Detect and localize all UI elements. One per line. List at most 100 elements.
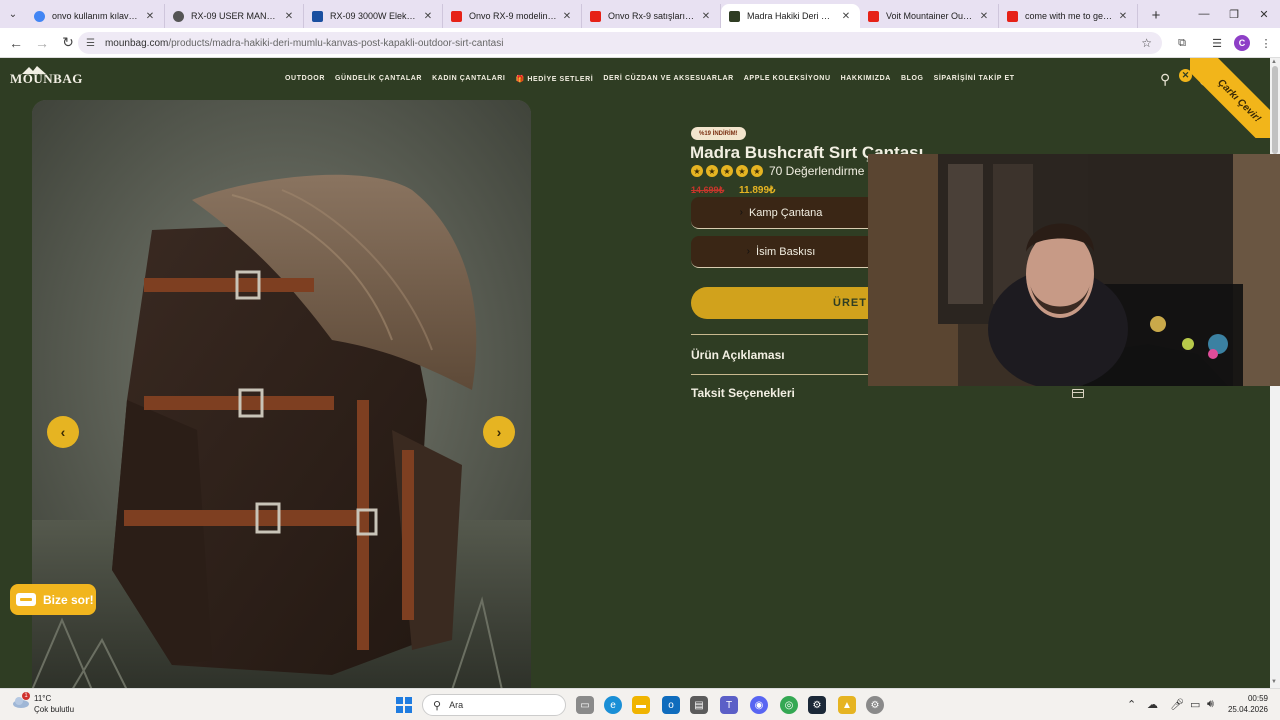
- nav-item-outdoor[interactable]: OUTDOOR: [285, 75, 325, 83]
- browser-tab[interactable]: come with me to get the ✕: [999, 4, 1138, 28]
- onedrive-icon[interactable]: ☁: [1147, 698, 1158, 711]
- nav-item-gift-sets[interactable]: 🎁 HEDİYE SETLERİ: [515, 75, 593, 83]
- backpack-photo: [32, 100, 531, 688]
- scroll-down-icon[interactable]: ▼: [1271, 679, 1277, 685]
- youtube-favicon-icon: [868, 10, 879, 22]
- profile-avatar[interactable]: C: [1234, 35, 1250, 51]
- reload-icon[interactable]: ↻: [56, 31, 80, 55]
- show-hidden-icons[interactable]: ⌃: [1127, 698, 1136, 711]
- network-icon[interactable]: ▭: [1190, 698, 1200, 711]
- tab-close-icon[interactable]: ✕: [422, 11, 434, 22]
- browser-tab[interactable]: Onvo RX-9 modelinin açıl ✕: [443, 4, 582, 28]
- discount-badge: %19 İNDİRİM!: [691, 127, 746, 140]
- tab-close-icon[interactable]: ✕: [1117, 11, 1129, 22]
- tab-close-icon[interactable]: ✕: [561, 11, 573, 22]
- chevron-right-icon: ›: [746, 246, 751, 257]
- weather-badge: 1: [22, 692, 30, 700]
- tab-title: onvo kullanım kılavuzu - G: [52, 11, 140, 21]
- browser-tab[interactable]: RX-09 USER MANUAL ✕: [165, 4, 304, 28]
- old-price: 14.699₺: [691, 185, 725, 195]
- restore-icon[interactable]: ❐: [1218, 0, 1250, 28]
- scrollbar-thumb[interactable]: [1272, 66, 1278, 154]
- browser-tab[interactable]: Onvo Rx-9 satışları Tamam ✕: [582, 4, 721, 28]
- gallery-prev-button[interactable]: ‹: [47, 416, 79, 448]
- spin-wheel-promo[interactable]: Çarkı Çevir!: [1190, 58, 1270, 138]
- notes-app-icon[interactable]: ▲: [838, 696, 856, 714]
- divider: [691, 374, 871, 375]
- url-path: /products/madra-hakiki-deri-mumlu-kanvas…: [168, 37, 504, 49]
- bookmark-star-icon[interactable]: ☆: [1141, 36, 1152, 50]
- site-favicon-icon: [173, 10, 184, 22]
- browser-menu-icon[interactable]: ⋮: [1258, 35, 1274, 51]
- nav-item-blog[interactable]: BLOG: [901, 75, 924, 83]
- accordion-product-description[interactable]: Ürün Açıklaması: [691, 348, 785, 362]
- tab-title: RX-09 3000W Elektrikli Sc: [330, 11, 418, 21]
- accordion-installment-options[interactable]: Taksit Seçenekleri: [691, 386, 795, 400]
- gallery-next-button[interactable]: ›: [483, 416, 515, 448]
- edge-browser-icon[interactable]: e: [604, 696, 622, 714]
- youtube-favicon-icon: [1007, 10, 1018, 22]
- rating-stars[interactable]: ★ ★ ★ ★ ★ 70 Değerlendirme: [691, 164, 864, 178]
- option-label: İsim Baskısı: [756, 245, 816, 258]
- sale-price: 11.899₺: [739, 185, 776, 196]
- nav-item-apple[interactable]: APPLE KOLEKSİYONU: [744, 75, 831, 83]
- outlook-icon[interactable]: o: [662, 696, 680, 714]
- file-explorer-icon[interactable]: ▬: [632, 696, 650, 714]
- option-camp-bag-button[interactable]: › Kamp Çantana: [691, 197, 871, 229]
- nav-item-about[interactable]: HAKKIMIZDA: [841, 75, 891, 83]
- volume-icon[interactable]: 🔊︎: [1207, 698, 1214, 711]
- browser-tab[interactable]: RX-09 3000W Elektrikli Sc ✕: [304, 4, 443, 28]
- task-view-icon[interactable]: ▭: [576, 696, 594, 714]
- taskbar-search[interactable]: ⚲ Ara: [422, 694, 566, 716]
- address-bar[interactable]: ☰ mounbag.com/products/madra-hakiki-deri…: [78, 32, 1162, 54]
- clock-date[interactable]: 25.04.2026: [1222, 705, 1268, 714]
- search-icon[interactable]: ⚲: [1160, 71, 1170, 88]
- browser-tab[interactable]: onvo kullanım kılavuzu - G ✕: [26, 4, 165, 28]
- minimize-icon[interactable]: —: [1188, 0, 1220, 28]
- nav-item-wallets[interactable]: DERİ CÜZDAN VE AKSESUARLAR: [603, 75, 733, 83]
- microphone-icon[interactable]: 🎤︎: [1170, 698, 1184, 711]
- nav-item-womens-bags[interactable]: KADIN ÇANTALARI: [432, 75, 505, 83]
- extensions-icon[interactable]: ⧉: [1174, 35, 1190, 51]
- settings-icon[interactable]: ⚙: [866, 696, 884, 714]
- tab-close-icon[interactable]: ✕: [700, 11, 712, 22]
- close-window-icon[interactable]: ✕: [1248, 0, 1280, 28]
- divider: [691, 334, 871, 335]
- star-icon: ★: [691, 165, 703, 177]
- chevron-right-icon: ›: [739, 207, 743, 218]
- tab-search-icon[interactable]: ☰: [1209, 35, 1225, 51]
- browser-tab-active[interactable]: Madra Hakiki Deri Mumlu ✕: [721, 4, 860, 28]
- star-icon: ★: [706, 165, 718, 177]
- back-arrow-icon[interactable]: ←: [4, 31, 28, 55]
- main-navigation: OUTDOOR GÜNDELİK ÇANTALAR KADIN ÇANTALAR…: [285, 75, 1025, 83]
- tab-close-icon[interactable]: ✕: [283, 11, 295, 22]
- scroll-up-icon[interactable]: ▲: [1271, 59, 1277, 65]
- tab-title: Onvo Rx-9 satışları Tamam: [608, 11, 696, 21]
- browser-tab[interactable]: Voit Mountainer Outdoor ✕: [860, 4, 999, 28]
- chrome-icon[interactable]: ◎: [780, 696, 798, 714]
- site-info-icon[interactable]: ☰: [86, 38, 95, 49]
- forward-arrow-icon[interactable]: →: [30, 31, 54, 55]
- nav-item-track-order[interactable]: SİPARİŞİNİ TAKİP ET: [934, 75, 1015, 83]
- teams-icon[interactable]: T: [720, 696, 738, 714]
- review-count[interactable]: 70 Değerlendirme: [769, 164, 864, 178]
- weather-temperature: 11°C: [34, 694, 52, 703]
- store-icon[interactable]: ▤: [690, 696, 708, 714]
- option-name-print-button[interactable]: › İsim Baskısı: [691, 236, 871, 268]
- produce-button[interactable]: ÜRET: [691, 287, 871, 319]
- nav-item-daily-bags[interactable]: GÜNDELİK ÇANTALAR: [335, 75, 422, 83]
- clock-time[interactable]: 00:59: [1226, 694, 1268, 703]
- star-icon: ★: [736, 165, 748, 177]
- tab-search-menu-icon[interactable]: ⌄: [0, 0, 26, 28]
- tab-close-icon[interactable]: ✕: [144, 11, 156, 22]
- site-logo[interactable]: MOUNBAG: [10, 71, 83, 87]
- start-menu-icon[interactable]: [396, 697, 412, 713]
- discord-icon[interactable]: ◉: [750, 696, 768, 714]
- youtube-favicon-icon: [451, 10, 462, 22]
- tab-close-icon[interactable]: ✕: [978, 11, 990, 22]
- new-tab-button[interactable]: +: [1144, 3, 1168, 27]
- ask-us-chat-button[interactable]: Bize sor!: [10, 584, 96, 615]
- tab-close-icon[interactable]: ✕: [840, 11, 852, 22]
- steam-icon[interactable]: ⚙: [808, 696, 826, 714]
- search-icon: ⚲: [433, 699, 442, 712]
